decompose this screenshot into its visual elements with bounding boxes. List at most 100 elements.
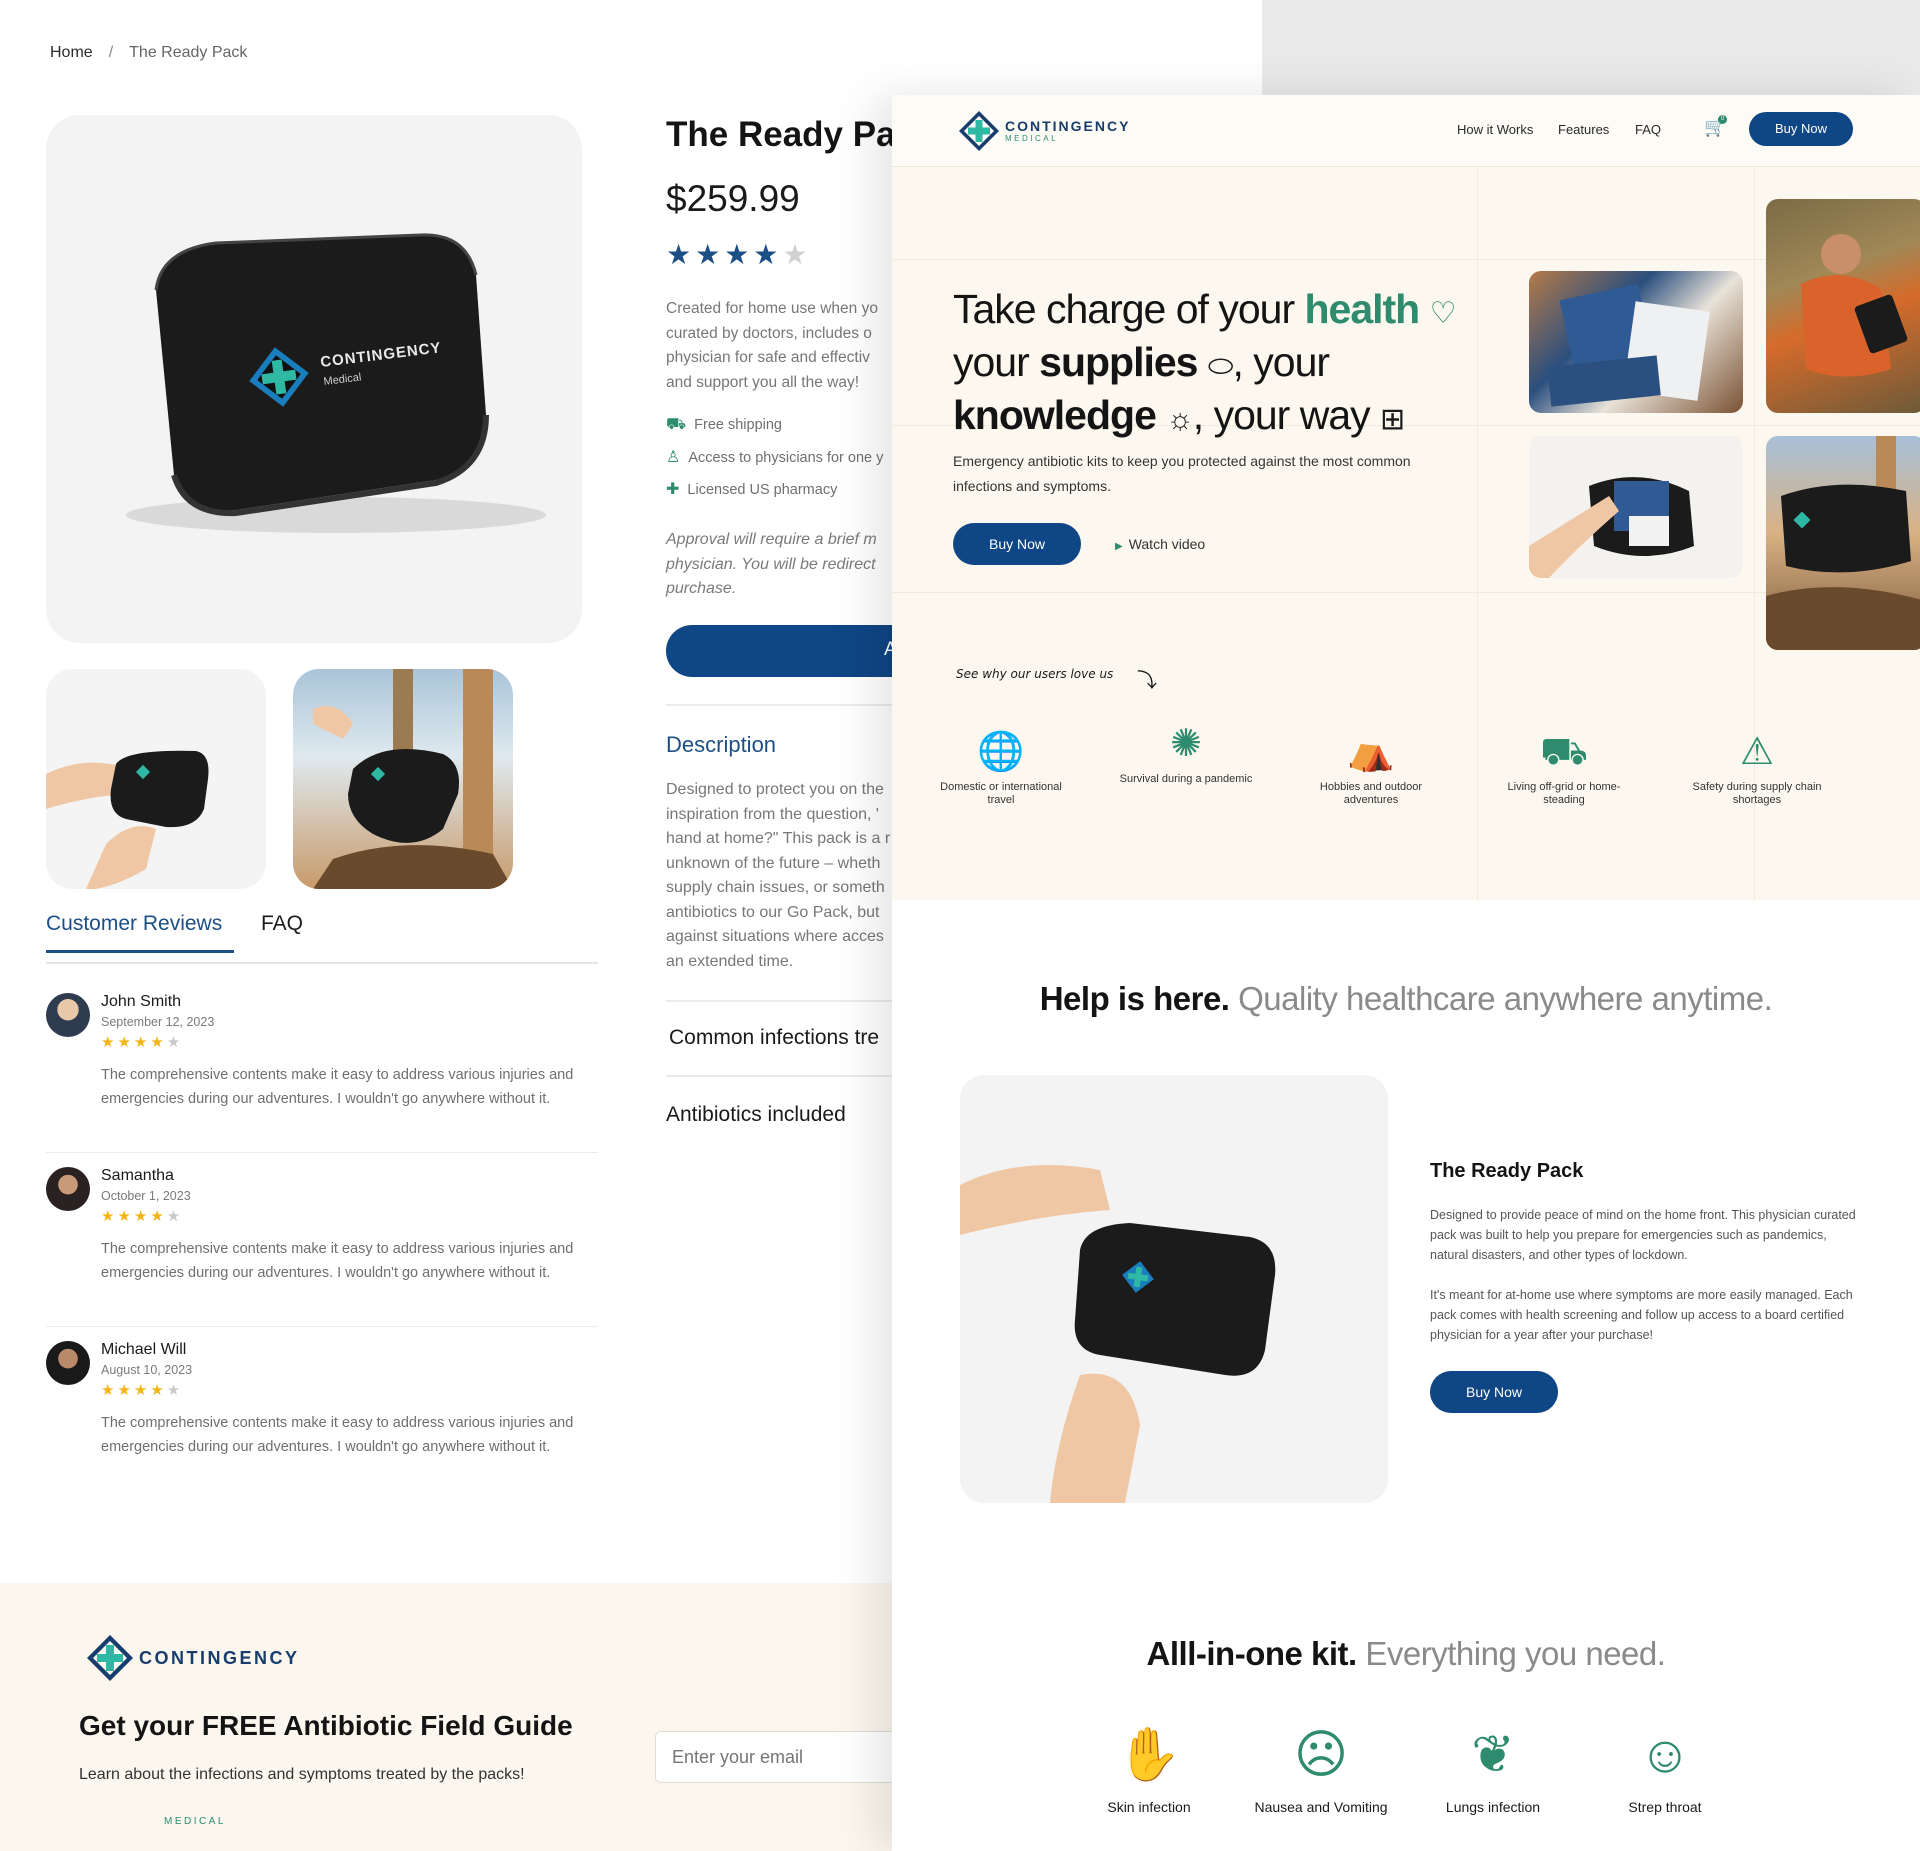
reviewer-name: Michael Will xyxy=(101,1341,187,1358)
tab-faq[interactable]: FAQ xyxy=(261,912,303,936)
nausea-icon: ☹ xyxy=(1293,1726,1349,1784)
heart-pulse-icon: ♡ xyxy=(1429,297,1457,330)
accordion-antibiotics-included[interactable]: Antibiotics included xyxy=(666,1103,846,1127)
tent-icon: ⛺ xyxy=(1347,731,1395,773)
feature-free-shipping: ⛟ Free shipping xyxy=(666,415,782,435)
use-case-off-grid: ⛟ Living off-grid or home-steading xyxy=(1489,727,1639,807)
nav-logo[interactable]: CONTINGENCY MEDICAL xyxy=(957,109,1130,153)
review-card: John Smith September 12, 2023 ★★★★★ The … xyxy=(46,993,598,1153)
medkit-case-image: CONTINGENCY Medical xyxy=(126,233,546,533)
star-icon: ★★★★ xyxy=(101,1382,167,1399)
user-icon: ♙ xyxy=(666,449,681,466)
avatar xyxy=(46,993,90,1037)
truck-icon: ⛟ xyxy=(666,416,687,433)
review-tabs: Customer Reviews FAQ xyxy=(46,912,598,964)
star-empty-icon: ★ xyxy=(166,1034,184,1051)
landing-page: CONTINGENCY MEDICAL How it Works Feature… xyxy=(892,95,1920,1851)
infection-strep: ☺ Strep throat xyxy=(1590,1715,1740,1815)
hero-section: Take charge of your health ♡ your suppli… xyxy=(892,167,1920,900)
medkit-icon: ⊞ xyxy=(1380,403,1405,436)
kit-buy-now-button[interactable]: Buy Now xyxy=(1430,1371,1558,1413)
hero-headline: Take charge of your health ♡ your suppli… xyxy=(953,285,1513,444)
infection-label: Strep throat xyxy=(1628,1799,1702,1815)
hiker-with-tablet-image xyxy=(1801,234,1908,377)
reviewer-name: Samantha xyxy=(101,1167,174,1184)
watch-video-label: Watch video xyxy=(1128,536,1206,552)
hero-image-case-outdoors xyxy=(1766,436,1920,650)
description-heading: Description xyxy=(666,732,777,757)
feature-label: Licensed US pharmacy xyxy=(687,482,838,498)
use-case-pandemic: ✺ Survival during a pandemic xyxy=(1111,719,1261,786)
all-in-one-bold: Alll-in-one kit. xyxy=(1146,1635,1358,1672)
all-in-one-heading: Alll-in-one kit. Everything you need. xyxy=(892,1635,1920,1673)
kit-paragraph-1: Designed to provide peace of mind on the… xyxy=(1430,1208,1856,1262)
infection-label: Nausea and Vomiting xyxy=(1254,1799,1388,1815)
hero-buy-now-button[interactable]: Buy Now xyxy=(953,523,1081,565)
hero-lead: Emergency antibiotic kits to keep you pr… xyxy=(953,453,1411,494)
product-thumbnail-2[interactable] xyxy=(293,669,513,889)
kit-paragraph-2: It's meant for at-home use where symptom… xyxy=(1430,1288,1853,1342)
avatar xyxy=(46,1341,90,1385)
nav-link-how-it-works[interactable]: How it Works xyxy=(1457,122,1533,137)
truck-icon: ⛟ xyxy=(1540,731,1588,773)
headline-health: health xyxy=(1304,286,1420,332)
skin-infection-icon: ✋ xyxy=(1116,1726,1182,1784)
review-card: Michael Will August 10, 2023 ★★★★★ The c… xyxy=(46,1341,598,1501)
nav-link-features[interactable]: Features xyxy=(1558,122,1609,137)
top-nav: CONTINGENCY MEDICAL How it Works Feature… xyxy=(892,95,1920,167)
hero-image-open-kit xyxy=(1529,436,1743,578)
feature-label: Free shipping xyxy=(694,417,782,433)
star-icon: ★★★★ xyxy=(101,1034,167,1051)
case-on-driftwood-image xyxy=(313,669,513,889)
use-case-supply-chain: ⚠ Safety during supply chain shortages xyxy=(1682,727,1832,807)
headline-knowledge: knowledge xyxy=(953,392,1157,438)
warning-icon: ⚠ xyxy=(1739,731,1775,773)
guide-subtitle: Learn about the infections and symptoms … xyxy=(79,1766,525,1783)
watch-video-link[interactable]: ▶ Watch video xyxy=(1115,536,1205,552)
product-price: $259.99 xyxy=(666,178,800,219)
use-case-label: Safety during supply chain shortages xyxy=(1692,781,1822,806)
review-text: The comprehensive contents make it easy … xyxy=(101,1067,574,1107)
breadcrumb-current: The Ready Pack xyxy=(129,44,248,61)
accordion-common-infections[interactable]: Common infections tre xyxy=(669,1026,879,1050)
infection-lungs: ❦ Lungs infection xyxy=(1418,1715,1568,1815)
use-case-label: Survival during a pandemic xyxy=(1119,773,1253,785)
guide-brand-name: CONTINGENCY xyxy=(139,1648,300,1668)
globe-plane-icon: 🌐 xyxy=(977,731,1025,773)
virus-icon: ✺ xyxy=(1170,723,1202,765)
hands-with-case-image xyxy=(960,1165,1276,1503)
help-heading-bold: Help is here. xyxy=(1039,980,1230,1017)
use-case-travel: 🌐 Domestic or international travel xyxy=(926,727,1076,807)
product-thumbnail-1[interactable] xyxy=(46,669,266,889)
kit-title: The Ready Pack xyxy=(1430,1160,1584,1182)
grid-line xyxy=(1477,167,1478,900)
review-text: The comprehensive contents make it easy … xyxy=(101,1415,574,1455)
all-in-one-gray: Everything you need. xyxy=(1356,1635,1666,1672)
hands-holding-case-image xyxy=(46,750,209,889)
medication-pouches-image xyxy=(1547,283,1710,407)
review-card: Samantha October 1, 2023 ★★★★★ The compr… xyxy=(46,1167,598,1327)
product-main-image[interactable]: CONTINGENCY Medical xyxy=(46,115,582,643)
star-icon: ★★★★ xyxy=(666,239,783,270)
contingency-logo-icon xyxy=(87,1635,133,1681)
play-icon: ▶ xyxy=(1115,541,1123,552)
product-title: The Ready Pa xyxy=(666,115,896,154)
curved-arrow-icon: ⤵ xyxy=(1137,670,1157,692)
breadcrumb-home-link[interactable]: Home xyxy=(50,44,93,61)
tab-customer-reviews[interactable]: Customer Reviews xyxy=(46,912,234,953)
headline-text: , your way xyxy=(1192,392,1371,438)
infection-skin: ✋ Skin infection xyxy=(1074,1715,1224,1815)
ready-pack-image xyxy=(960,1075,1388,1503)
guide-title: Get your FREE Antibiotic Field Guide xyxy=(79,1710,573,1741)
review-stars: ★★★★★ xyxy=(101,1207,183,1225)
feature-label: Access to physicians for one y xyxy=(688,450,884,466)
nav-link-faq[interactable]: FAQ xyxy=(1635,122,1661,137)
why-users-love-label: See why our users love us xyxy=(956,667,1114,681)
guide-logo: CONTINGENCY MEDICAL xyxy=(85,1633,300,1827)
headline-supplies: supplies xyxy=(1039,339,1198,385)
use-case-label: Domestic or international travel xyxy=(940,781,1062,806)
open-kit-image xyxy=(1529,477,1694,578)
pill-icon: ⬭ xyxy=(1207,350,1234,383)
star-icon: ★★★★ xyxy=(101,1208,167,1225)
nav-buy-now-button[interactable]: Buy Now xyxy=(1749,112,1853,146)
